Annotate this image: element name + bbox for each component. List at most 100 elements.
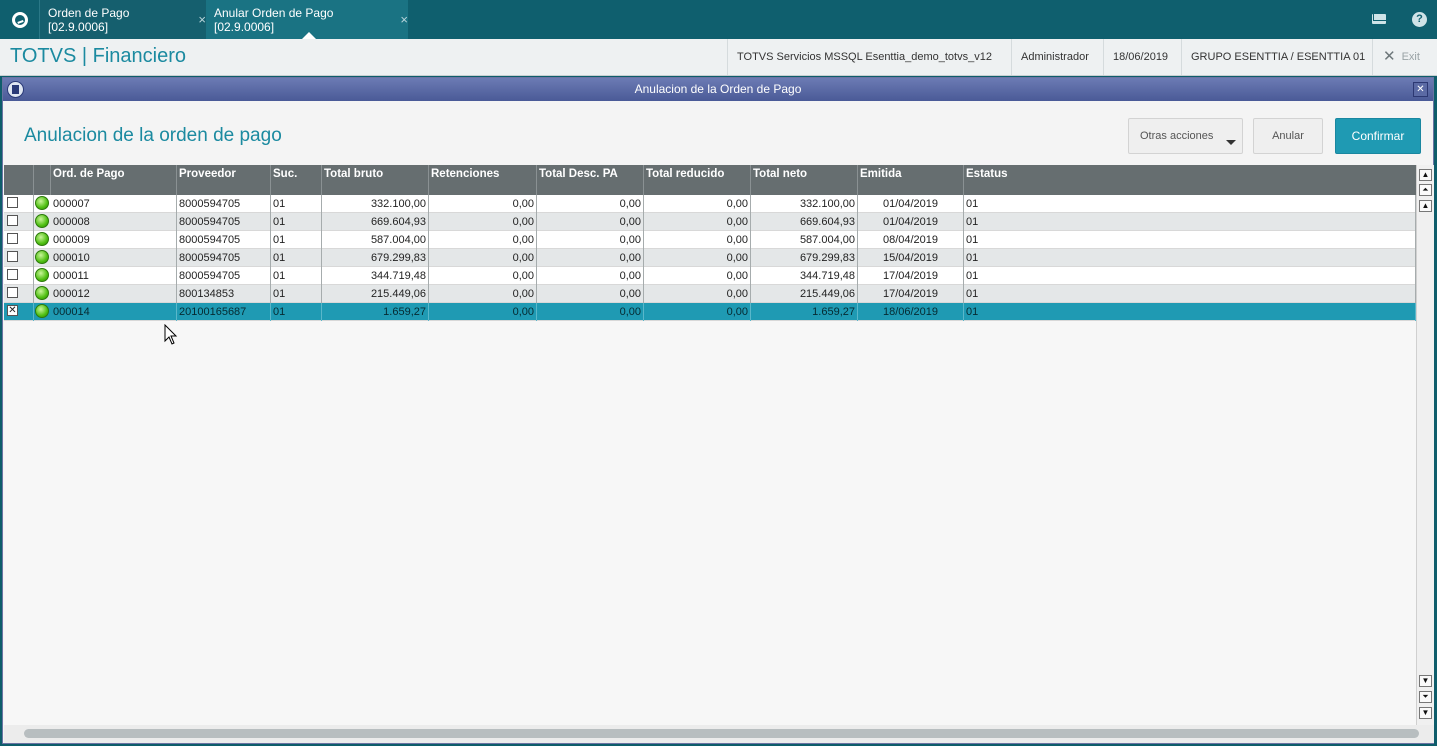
cell-red[interactable]: 0,00 xyxy=(644,213,751,231)
row-checkbox[interactable] xyxy=(7,251,18,262)
column-header-suc[interactable]: Suc. xyxy=(271,165,322,195)
column-header-proveedor[interactable]: Proveedor xyxy=(177,165,271,195)
column-header-retenciones[interactable]: Retenciones xyxy=(429,165,537,195)
table-row[interactable]: 000008 8000594705 01 669.604,93 0,00 0,00 0,00… xyxy=(4,213,1416,231)
column-header-total-neto[interactable]: Total neto xyxy=(751,165,858,195)
row-checkbox[interactable] xyxy=(7,269,18,280)
table-row[interactable]: 000007 8000594705 01 332.100,00 0,00 0,00 0,00… xyxy=(4,195,1416,213)
cell-ret[interactable]: 0,00 xyxy=(429,213,537,231)
exit-button[interactable]: ✕ Exit xyxy=(1372,39,1437,75)
vertical-scrollbar[interactable]: ▲ ⏶ ▲ ▼ ⏷ ▼ xyxy=(1416,165,1434,725)
cell-bruto[interactable]: 344.719,48 xyxy=(322,267,429,285)
cell-suc[interactable]: 01 xyxy=(271,213,322,231)
cell-suc[interactable]: 01 xyxy=(271,249,322,267)
cell-ret[interactable]: 0,00 xyxy=(429,267,537,285)
cell-ret[interactable]: 0,00 xyxy=(429,231,537,249)
home-button[interactable] xyxy=(0,0,39,39)
cell-neto[interactable]: 332.100,00 xyxy=(751,195,858,213)
cell-emitida[interactable]: 08/04/2019 xyxy=(858,231,964,249)
row-checkbox[interactable] xyxy=(7,197,18,208)
cell-estatus[interactable]: 01 xyxy=(964,231,1416,249)
cell-emitida[interactable]: 15/04/2019 xyxy=(858,249,964,267)
cell-suc[interactable]: 01 xyxy=(271,303,322,321)
column-header-total-desc-pa[interactable]: Total Desc. PA xyxy=(537,165,644,195)
cell-ret[interactable]: 0,00 xyxy=(429,303,537,321)
cell-emitida[interactable]: 18/06/2019 xyxy=(858,303,964,321)
cell-bruto[interactable]: 332.100,00 xyxy=(322,195,429,213)
cell-neto[interactable]: 669.604,93 xyxy=(751,213,858,231)
cell-proveedor[interactable]: 8000594705 xyxy=(177,195,271,213)
scroll-page-up-icon[interactable]: ⏶ xyxy=(1419,184,1432,196)
cell-bruto[interactable]: 587.004,00 xyxy=(322,231,429,249)
row-checkbox[interactable] xyxy=(7,233,18,244)
cell-bruto[interactable]: 669.604,93 xyxy=(322,213,429,231)
cell-suc[interactable]: 01 xyxy=(271,195,322,213)
cell-orden[interactable]: 000009 xyxy=(51,231,177,249)
cell-red[interactable]: 0,00 xyxy=(644,285,751,303)
column-header-estatus[interactable]: Estatus xyxy=(964,165,1416,195)
cell-proveedor[interactable]: 8000594705 xyxy=(177,267,271,285)
cell-emitida[interactable]: 01/04/2019 xyxy=(858,195,964,213)
cell-neto[interactable]: 587.004,00 xyxy=(751,231,858,249)
header-checkbox-column[interactable] xyxy=(4,165,34,195)
column-header-total-bruto[interactable]: Total bruto xyxy=(322,165,429,195)
cell-ret[interactable]: 0,00 xyxy=(429,249,537,267)
cell-estatus[interactable]: 01 xyxy=(964,285,1416,303)
cell-orden[interactable]: 000007 xyxy=(51,195,177,213)
cell-red[interactable]: 0,00 xyxy=(644,195,751,213)
dialog-close-button[interactable]: ✕ xyxy=(1413,82,1428,97)
cell-neto[interactable]: 679.299,83 xyxy=(751,249,858,267)
tab-anular-orden-de-pago[interactable]: Anular Orden de Pago [02.9.0006] × xyxy=(206,0,408,39)
scroll-bottom-icon[interactable]: ▼ xyxy=(1419,707,1432,719)
table-row[interactable]: 000010 8000594705 01 679.299,83 0,00 0,00 0,00… xyxy=(4,249,1416,267)
cell-suc[interactable]: 01 xyxy=(271,231,322,249)
table-row[interactable]: ✕ 000014 20100165687 01 1.659,27 0,00 0,00 0,00… xyxy=(4,303,1416,321)
cell-proveedor[interactable]: 800134853 xyxy=(177,285,271,303)
tab-close-icon[interactable]: × xyxy=(400,12,408,27)
cell-orden[interactable]: 000014 xyxy=(51,303,177,321)
cell-estatus[interactable]: 01 xyxy=(964,195,1416,213)
user-label[interactable]: Administrador xyxy=(1011,39,1103,75)
horizontal-scroll-thumb[interactable] xyxy=(24,729,1419,738)
column-header-emitida[interactable]: Emitida xyxy=(858,165,964,195)
scroll-up-icon[interactable]: ▲ xyxy=(1419,200,1432,212)
cell-estatus[interactable]: 01 xyxy=(964,303,1416,321)
table-row[interactable]: 000009 8000594705 01 587.004,00 0,00 0,00 0,00… xyxy=(4,231,1416,249)
date-label[interactable]: 18/06/2019 xyxy=(1103,39,1181,75)
horizontal-scrollbar[interactable] xyxy=(4,725,1434,743)
cell-bruto[interactable]: 679.299,83 xyxy=(322,249,429,267)
row-checkbox[interactable] xyxy=(7,287,18,298)
scroll-page-down-icon[interactable]: ⏷ xyxy=(1419,691,1432,703)
cell-red[interactable]: 0,00 xyxy=(644,303,751,321)
cell-desc[interactable]: 0,00 xyxy=(537,213,644,231)
tab-close-icon[interactable]: × xyxy=(198,12,206,27)
cell-orden[interactable]: 000008 xyxy=(51,213,177,231)
confirmar-button[interactable]: Confirmar xyxy=(1335,118,1421,154)
cell-orden[interactable]: 000010 xyxy=(51,249,177,267)
cell-orden[interactable]: 000011 xyxy=(51,267,177,285)
cell-ret[interactable]: 0,00 xyxy=(429,285,537,303)
scroll-down-icon[interactable]: ▼ xyxy=(1419,675,1432,687)
cell-bruto[interactable]: 1.659,27 xyxy=(322,303,429,321)
cell-proveedor[interactable]: 20100165687 xyxy=(177,303,271,321)
help-icon[interactable]: ? xyxy=(1412,12,1427,27)
environment-label[interactable]: TOTVS Servicios MSSQL Esenttia_demo_totv… xyxy=(727,39,1011,75)
cell-emitida[interactable]: 01/04/2019 xyxy=(858,213,964,231)
cell-estatus[interactable]: 01 xyxy=(964,249,1416,267)
cell-emitida[interactable]: 17/04/2019 xyxy=(858,285,964,303)
cell-proveedor[interactable]: 8000594705 xyxy=(177,231,271,249)
cell-orden[interactable]: 000012 xyxy=(51,285,177,303)
row-checkbox[interactable]: ✕ xyxy=(7,305,18,316)
cell-neto[interactable]: 215.449,06 xyxy=(751,285,858,303)
tab-orden-de-pago[interactable]: Orden de Pago [02.9.0006] × xyxy=(39,0,206,39)
cell-neto[interactable]: 1.659,27 xyxy=(751,303,858,321)
cell-desc[interactable]: 0,00 xyxy=(537,267,644,285)
cell-emitida[interactable]: 17/04/2019 xyxy=(858,267,964,285)
cell-red[interactable]: 0,00 xyxy=(644,231,751,249)
cell-proveedor[interactable]: 8000594705 xyxy=(177,213,271,231)
cell-proveedor[interactable]: 8000594705 xyxy=(177,249,271,267)
anular-button[interactable]: Anular xyxy=(1253,118,1323,154)
table-row[interactable]: 000011 8000594705 01 344.719,48 0,00 0,00 0,00… xyxy=(4,267,1416,285)
cell-desc[interactable]: 0,00 xyxy=(537,303,644,321)
row-checkbox[interactable] xyxy=(7,215,18,226)
